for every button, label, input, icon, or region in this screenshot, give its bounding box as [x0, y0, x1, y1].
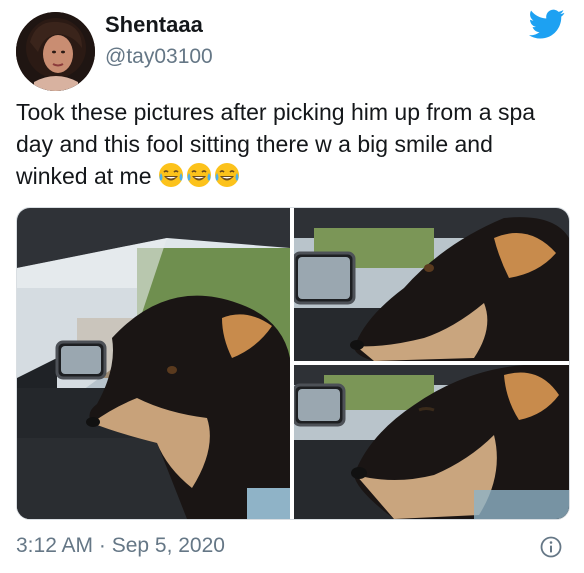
info-icon[interactable]: [540, 536, 562, 558]
face-with-tears-of-joy-icon: [158, 162, 184, 188]
tweet-text: Took these pictures after picking him up…: [16, 96, 556, 192]
tweet-text-body: Took these pictures after picking him up…: [16, 99, 536, 189]
face-with-tears-of-joy-icon: [214, 162, 240, 188]
tweet-photo-3[interactable]: [294, 365, 569, 519]
author-handle[interactable]: @tay03100: [105, 45, 213, 69]
tweet-photo-1[interactable]: [17, 208, 290, 519]
tweet-timestamp[interactable]: 3:12 AM · Sep 5, 2020: [16, 534, 225, 558]
face-with-tears-of-joy-icon: [186, 162, 212, 188]
avatar[interactable]: [16, 12, 95, 91]
tweet-photo-2[interactable]: [294, 208, 569, 361]
author-name[interactable]: Shentaaa: [105, 12, 203, 38]
media-grid: [16, 207, 570, 520]
twitter-bird-icon[interactable]: [527, 6, 567, 42]
